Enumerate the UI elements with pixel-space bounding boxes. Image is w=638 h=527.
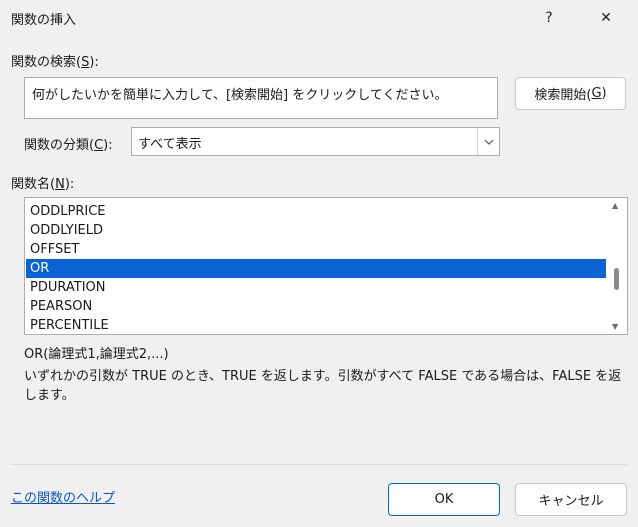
list-item[interactable]: PDURATION [26,278,606,297]
function-help-link[interactable]: この関数のヘルプ [11,487,115,506]
search-start-button[interactable]: 検索開始(G) [515,77,626,110]
function-syntax: OR(論理式1,論理式2,...) [24,347,169,362]
scroll-down-icon[interactable]: ▼ [612,322,618,331]
list-item[interactable]: OFFSET [26,240,606,259]
list-item-selected[interactable]: OR [26,259,606,278]
list-scrollbar[interactable]: ▲ ▼ [606,198,627,334]
help-button[interactable]: ? [529,0,569,36]
footer-divider [11,464,627,465]
list-item[interactable]: PEARSON [26,297,606,316]
search-label: 関数の検索(S): [11,55,99,70]
search-input[interactable]: 何がしたいかを簡単に入力して、[検索開始] をクリックしてください。 [24,77,498,119]
chevron-down-icon[interactable] [477,128,499,155]
function-listbox[interactable]: ODDLPRICE ODDLYIELD OFFSET OR PDURATION … [24,197,628,335]
function-name-label: 関数名(N): [11,177,75,192]
scroll-up-icon[interactable]: ▲ [612,201,618,210]
category-label: 関数の分類(C): [24,138,113,153]
ok-button[interactable]: OK [388,483,500,516]
help-icon: ? [545,10,553,26]
scroll-thumb[interactable] [614,268,619,290]
category-select[interactable]: すべて表示 [131,127,500,156]
list-item[interactable]: ODDLPRICE [26,202,606,221]
function-description: いずれかの引数が TRUE のとき、TRUE を返します。引数がすべて FALS… [24,369,622,403]
cancel-button[interactable]: キャンセル [515,483,627,516]
category-selected-value: すべて表示 [138,137,202,152]
close-button[interactable]: ✕ [586,0,626,36]
close-icon: ✕ [600,10,612,26]
list-item[interactable]: PERCENTILE [26,316,606,334]
list-item[interactable]: ODDLYIELD [26,221,606,240]
dialog-title: 関数の挿入 [11,13,77,28]
